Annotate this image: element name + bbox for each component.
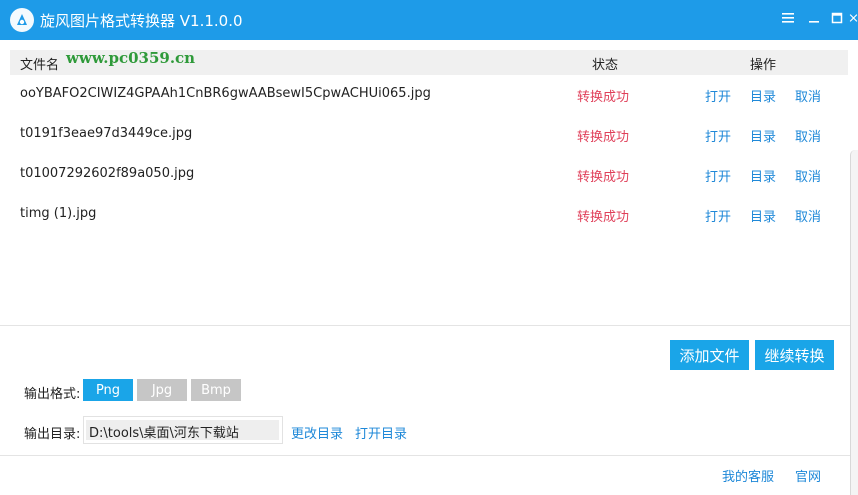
open-folder-link[interactable]: 目录 — [750, 126, 776, 145]
table-row: timg (1).jpg 转换成功 打开 目录 取消 — [10, 200, 848, 230]
cancel-link[interactable]: 取消 — [795, 166, 821, 185]
app-logo-icon — [10, 8, 34, 32]
window-title: 旋风图片格式转换器 V1.1.0.0 — [40, 12, 243, 30]
output-format-label: 输出格式: — [24, 387, 81, 402]
website-link[interactable]: 官网 — [795, 466, 821, 485]
output-dir-field[interactable]: D:\tools\桌面\河东下载站 — [83, 416, 283, 444]
open-dir-link[interactable]: 打开目录 — [355, 423, 407, 442]
status-text: 转换成功 — [577, 210, 630, 225]
table-row: t01007292602f89a050.jpg 转换成功 打开 目录 取消 — [10, 160, 848, 190]
file-name: ooYBAFO2CIWIZ4GPAAh1CnBR6gwAABsewI5CpwAC… — [20, 86, 431, 101]
menu-icon — [782, 13, 794, 23]
cancel-link[interactable]: 取消 — [795, 126, 821, 145]
cancel-link[interactable]: 取消 — [795, 86, 821, 105]
title-bar: 旋风图片格式转换器 V1.1.0.0 — [0, 0, 858, 40]
add-file-button[interactable]: 添加文件 — [670, 340, 749, 370]
menu-button[interactable] — [777, 8, 799, 28]
divider — [0, 325, 850, 326]
watermark-text: www.pc0359.cn — [66, 49, 196, 67]
open-folder-link[interactable]: 目录 — [750, 86, 776, 105]
output-dir-value: D:\tools\桌面\河东下载站 — [86, 420, 279, 440]
open-folder-link[interactable]: 目录 — [750, 206, 776, 225]
format-png-button[interactable]: Png — [83, 379, 133, 401]
close-icon — [849, 14, 858, 22]
output-dir-label: 输出目录: — [24, 427, 81, 442]
open-folder-link[interactable]: 目录 — [750, 166, 776, 185]
table-row: ooYBAFO2CIWIZ4GPAAh1CnBR6gwAABsewI5CpwAC… — [10, 80, 848, 110]
file-name: timg (1).jpg — [20, 206, 97, 221]
change-dir-link[interactable]: 更改目录 — [291, 423, 343, 442]
open-file-link[interactable]: 打开 — [705, 86, 731, 105]
status-text: 转换成功 — [577, 90, 630, 105]
column-header-status: 状态 — [592, 58, 619, 73]
divider — [0, 455, 850, 456]
status-text: 转换成功 — [577, 130, 630, 145]
maximize-icon — [831, 12, 843, 24]
vertical-scrollbar[interactable] — [850, 150, 858, 495]
open-file-link[interactable]: 打开 — [705, 206, 731, 225]
status-text: 转换成功 — [577, 170, 630, 185]
minimize-button[interactable] — [803, 8, 825, 28]
minimize-icon — [809, 21, 819, 23]
close-button[interactable] — [849, 8, 858, 28]
maximize-button[interactable] — [826, 8, 848, 28]
file-name: t0191f3eae97d3449ce.jpg — [20, 126, 193, 141]
table-row: t0191f3eae97d3449ce.jpg 转换成功 打开 目录 取消 — [10, 120, 848, 150]
format-bmp-button[interactable]: Bmp — [191, 379, 241, 401]
continue-convert-button[interactable]: 继续转换 — [755, 340, 834, 370]
column-header-action: 操作 — [750, 58, 777, 73]
open-file-link[interactable]: 打开 — [705, 166, 731, 185]
customer-service-link[interactable]: 我的客服 — [722, 466, 774, 485]
format-jpg-button[interactable]: Jpg — [137, 379, 187, 401]
cancel-link[interactable]: 取消 — [795, 206, 821, 225]
open-file-link[interactable]: 打开 — [705, 126, 731, 145]
file-name: t01007292602f89a050.jpg — [20, 166, 195, 181]
column-header-filename: 文件名 — [20, 58, 60, 73]
